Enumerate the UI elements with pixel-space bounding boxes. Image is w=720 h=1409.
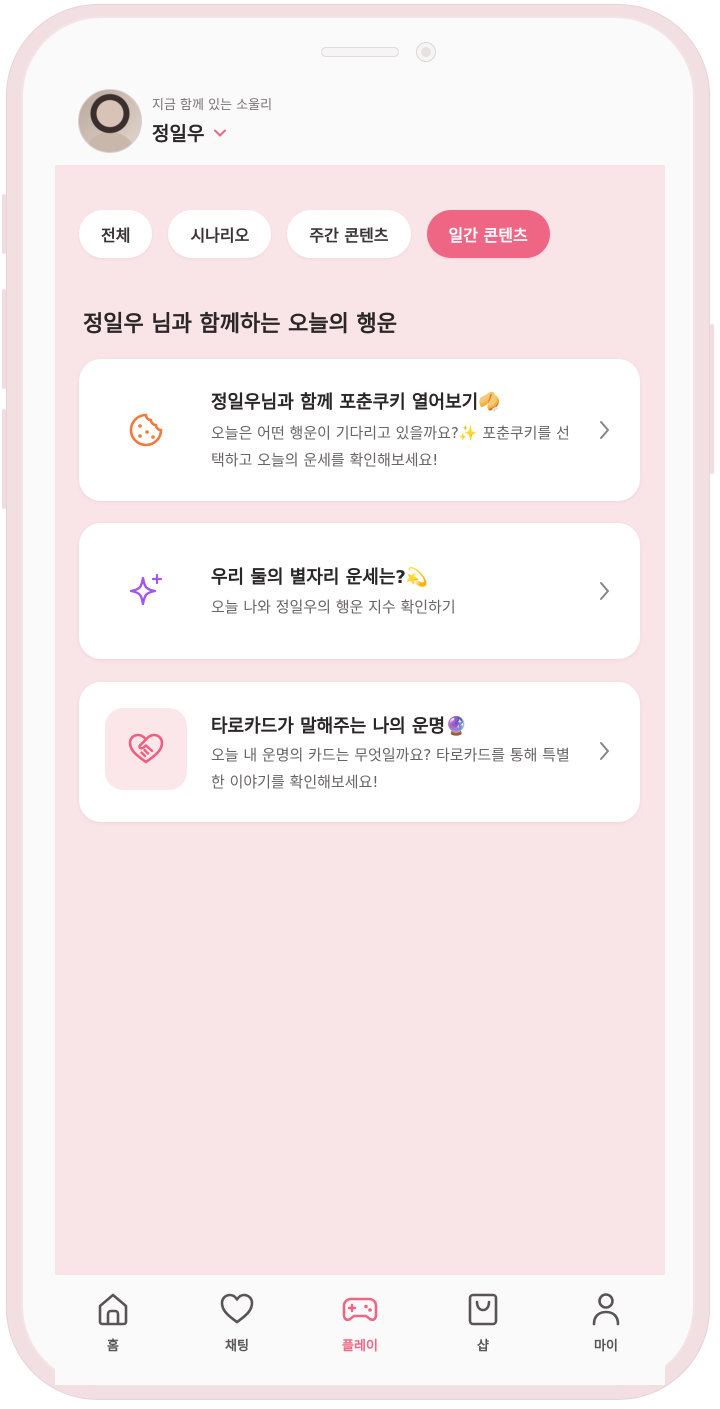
chevron-right-icon[interactable] bbox=[598, 580, 612, 602]
speaker bbox=[321, 47, 399, 57]
side-button bbox=[2, 289, 6, 389]
card-tarot[interactable]: 타로카드가 말해주는 나의 운명🔮 오늘 내 운명의 카드는 무엇일까요? 타로… bbox=[79, 682, 640, 822]
home-icon bbox=[98, 1293, 128, 1326]
sparkle-icon bbox=[129, 573, 163, 606]
tab-shop[interactable]: 샵 bbox=[438, 1291, 528, 1354]
chip-weekly[interactable]: 주간 콘텐츠 bbox=[287, 210, 411, 258]
user-icon bbox=[592, 1293, 620, 1326]
card-icon-wrapper bbox=[105, 708, 187, 790]
card-title: 타로카드가 말해주는 나의 운명🔮 bbox=[211, 716, 468, 737]
side-button bbox=[2, 409, 6, 509]
chevron-down-icon[interactable] bbox=[212, 125, 228, 141]
avatar[interactable] bbox=[78, 89, 142, 153]
side-button bbox=[2, 194, 6, 254]
tab-label: 샵 bbox=[477, 1339, 489, 1354]
chevron-right-icon[interactable] bbox=[598, 419, 612, 441]
soul-name: 정일우 bbox=[152, 123, 205, 145]
tab-label: 채팅 bbox=[225, 1339, 249, 1354]
card-title: 우리 둘의 별자리 운세는?💫 bbox=[211, 567, 429, 588]
card-description: 오늘 내 운명의 카드는 무엇일까요? 타로카드를 통해 특별한 이야기를 확인… bbox=[211, 746, 570, 791]
section-title: 정일우 님과 함께하는 오늘의 행운 bbox=[83, 312, 397, 337]
chevron-right-icon[interactable] bbox=[598, 740, 612, 762]
soul-selector[interactable]: 지금 함께 있는 소울리 정일우 bbox=[78, 89, 578, 155]
tab-label: 홈 bbox=[107, 1339, 119, 1354]
chip-daily[interactable]: 일간 콘텐츠 bbox=[426, 210, 550, 258]
bottom-tab-bar: 홈 채팅 플레이 샵 마이 bbox=[55, 1275, 665, 1385]
heart-icon bbox=[220, 1293, 254, 1324]
tab-home[interactable]: 홈 bbox=[68, 1291, 158, 1354]
tab-my[interactable]: 마이 bbox=[561, 1291, 651, 1354]
card-fortune-cookie[interactable]: 정일우님과 함께 포춘쿠키 열어보기🥠 오늘은 어떤 행운이 기다리고 있을까요… bbox=[79, 359, 640, 501]
card-title: 정일우님과 함께 포춘쿠키 열어보기🥠 bbox=[211, 392, 501, 413]
filter-chips: 전체 시나리오 주간 콘텐츠 일간 콘텐츠 bbox=[79, 210, 550, 258]
card-constellation[interactable]: 우리 둘의 별자리 운세는?💫 오늘 나와 정일우의 행운 지수 확인하기 bbox=[79, 523, 640, 659]
content-area: 전체 시나리오 주간 콘텐츠 일간 콘텐츠 정일우 님과 함께하는 오늘의 행운… bbox=[55, 165, 665, 1275]
side-button bbox=[710, 324, 714, 474]
header-subtitle: 지금 함께 있는 소울리 bbox=[152, 98, 273, 113]
gamepad-icon bbox=[342, 1297, 378, 1322]
heart-handshake-icon bbox=[128, 733, 164, 764]
tab-play[interactable]: 플레이 bbox=[315, 1291, 405, 1354]
card-icon-wrapper bbox=[105, 550, 187, 632]
chip-scenario[interactable]: 시나리오 bbox=[168, 210, 272, 258]
camera bbox=[416, 42, 436, 62]
card-icon-wrapper bbox=[105, 389, 187, 471]
card-description: 오늘은 어떤 행운이 기다리고 있을까요?✨ 포춘쿠키를 선택하고 오늘의 운세… bbox=[211, 424, 570, 469]
cookie-icon bbox=[129, 413, 163, 447]
tab-label: 마이 bbox=[594, 1339, 618, 1354]
card-description: 오늘 나와 정일우의 행운 지수 확인하기 bbox=[211, 598, 456, 616]
name-row[interactable]: 정일우 bbox=[152, 119, 228, 146]
tab-label: 플레이 bbox=[342, 1339, 378, 1354]
chip-all[interactable]: 전체 bbox=[79, 210, 153, 258]
tab-chat[interactable]: 채팅 bbox=[192, 1291, 282, 1354]
shopping-bag-icon bbox=[468, 1293, 498, 1326]
